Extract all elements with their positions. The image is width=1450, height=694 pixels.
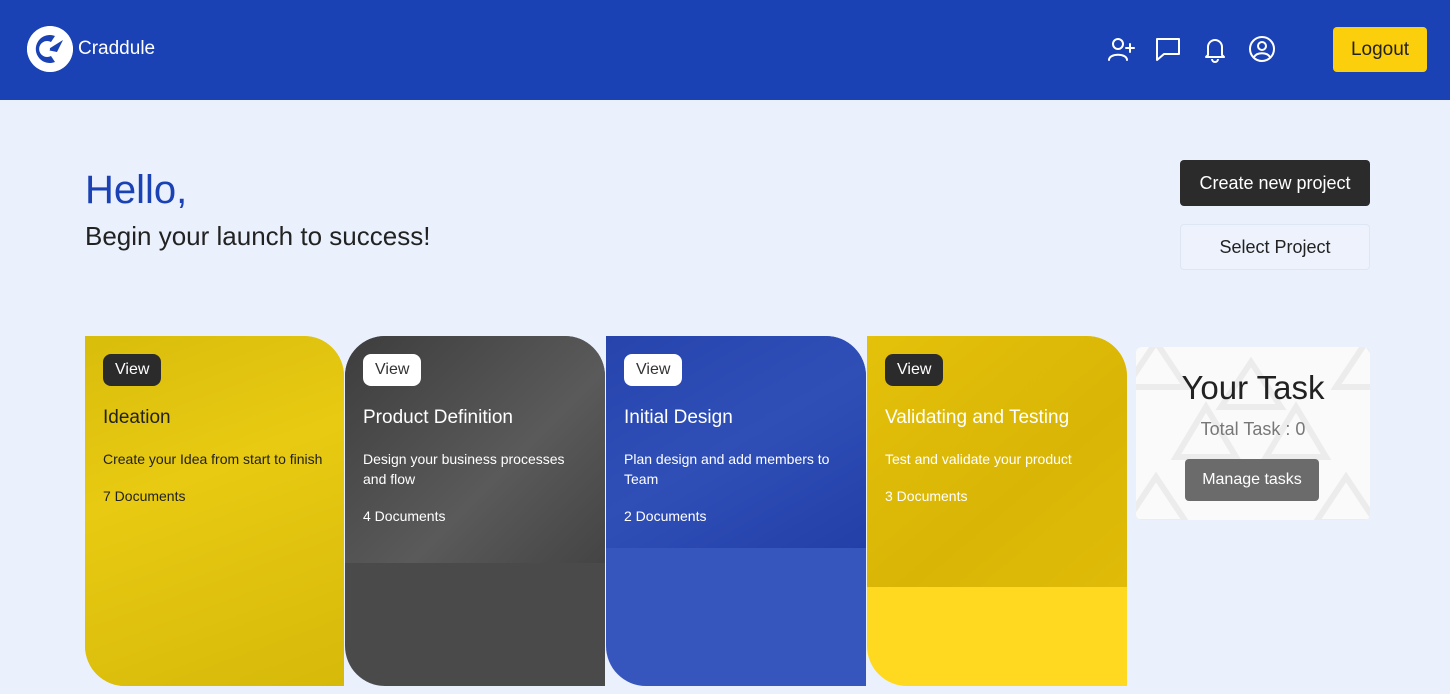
logout-button[interactable]: Logout bbox=[1333, 27, 1427, 72]
card-title: Validating and Testing bbox=[885, 407, 1070, 428]
card-documents: 7 Documents bbox=[103, 488, 186, 504]
task-card-title: Your Task bbox=[1181, 369, 1325, 406]
greeting-hello: Hello, bbox=[85, 168, 188, 212]
user-circle-icon[interactable] bbox=[1247, 34, 1277, 64]
card-documents: 3 Documents bbox=[885, 488, 968, 504]
manage-tasks-button[interactable]: Manage tasks bbox=[1185, 459, 1319, 501]
card-initial-design: View Initial Design Plan design and add … bbox=[606, 336, 866, 686]
card-description: Create your Idea from start to finish bbox=[103, 451, 323, 467]
brand-name: Craddule bbox=[78, 38, 156, 59]
card-ideation: View Ideation Create your Idea from star… bbox=[85, 336, 344, 686]
card-validating-testing: View Validating and Testing Test and val… bbox=[867, 336, 1127, 686]
chat-icon[interactable] bbox=[1153, 34, 1183, 64]
card-description: Test and validate your product bbox=[885, 451, 1072, 467]
card-title: Product Definition bbox=[363, 407, 513, 428]
view-button[interactable]: View bbox=[885, 354, 944, 386]
view-button[interactable]: View bbox=[363, 354, 422, 386]
select-project-button[interactable]: Select Project bbox=[1180, 224, 1370, 270]
view-button[interactable]: View bbox=[103, 354, 162, 386]
create-project-button[interactable]: Create new project bbox=[1180, 160, 1370, 206]
card-title: Ideation bbox=[103, 407, 171, 428]
logo-icon bbox=[27, 26, 73, 72]
view-button[interactable]: View bbox=[624, 354, 683, 386]
task-total: Total Task : 0 bbox=[1200, 419, 1306, 439]
bell-icon[interactable] bbox=[1200, 34, 1230, 64]
card-description: Design your business processes and flow bbox=[363, 451, 565, 487]
card-product-definition: View Product Definition Design your busi… bbox=[345, 336, 605, 686]
add-user-icon[interactable] bbox=[1106, 34, 1136, 64]
card-title: Initial Design bbox=[624, 407, 733, 428]
greeting-subtitle: Begin your launch to success! bbox=[85, 221, 431, 251]
card-documents: 4 Documents bbox=[363, 508, 446, 524]
card-documents: 2 Documents bbox=[624, 508, 707, 524]
brand[interactable]: Craddule bbox=[27, 26, 155, 72]
card-description: Plan design and add members to Team bbox=[624, 451, 830, 487]
top-navbar: Craddule Logout bbox=[0, 0, 1450, 100]
task-card: Your Task Total Task : 0 Manage tasks bbox=[1136, 347, 1370, 520]
